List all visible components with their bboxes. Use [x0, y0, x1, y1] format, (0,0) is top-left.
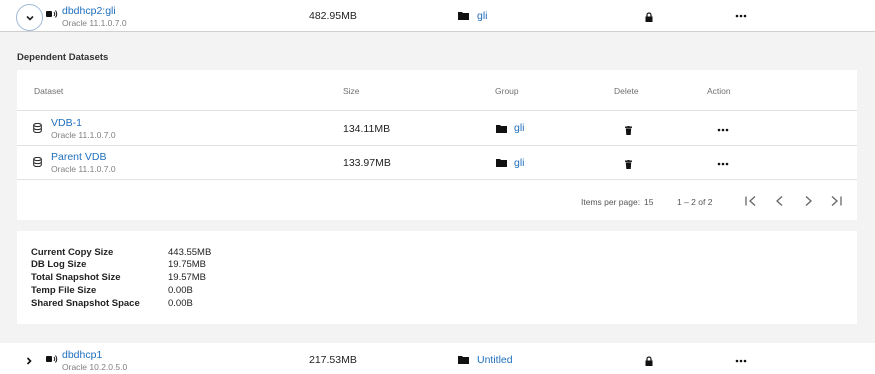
next-page-icon[interactable] — [801, 194, 815, 208]
divider — [17, 179, 857, 180]
group-link[interactable]: gli — [514, 122, 525, 134]
database-icon — [33, 157, 42, 167]
trash-icon[interactable] — [625, 160, 632, 169]
divider — [17, 145, 857, 146]
lock-icon — [645, 356, 653, 366]
dependent-datasets-title: Dependent Datasets — [17, 52, 109, 63]
dataset-size: 482.95MB — [309, 10, 357, 22]
trash-icon[interactable] — [625, 126, 632, 135]
database-source-icon — [46, 355, 58, 363]
folder-icon — [458, 356, 469, 364]
folder-icon — [496, 159, 507, 167]
stat-value: 443.55MB — [168, 247, 212, 258]
dataset-version: Oracle 11.1.0.7.0 — [51, 164, 116, 174]
folder-icon — [458, 12, 469, 20]
stat-label: Shared Snapshot Space — [31, 298, 140, 309]
database-source-icon — [46, 10, 58, 18]
stat-label: Temp File Size — [31, 285, 97, 296]
last-page-icon[interactable] — [829, 194, 843, 208]
group-link[interactable]: gli — [477, 10, 488, 22]
stat-value: 19.57MB — [168, 272, 207, 283]
header-dataset: Dataset — [34, 86, 64, 96]
folder-icon — [496, 125, 507, 133]
more-icon[interactable] — [735, 359, 747, 363]
stat-value: 0.00B — [168, 298, 193, 309]
stat-label: Current Copy Size — [31, 247, 114, 258]
snapshot-stats-panel — [17, 231, 857, 324]
database-icon — [33, 123, 42, 133]
dataset-version: Oracle 10.2.0.5.0 — [62, 362, 128, 372]
dataset-name-link[interactable]: VDB-1 — [51, 117, 82, 129]
header-size: Size — [343, 86, 360, 96]
first-page-icon[interactable] — [744, 194, 758, 208]
collapse-button[interactable] — [16, 4, 43, 31]
lock-icon — [645, 12, 653, 22]
group-link[interactable]: gli — [514, 157, 525, 169]
dataset-version: Oracle 11.1.0.7.0 — [62, 18, 127, 28]
dataset-name-link[interactable]: dbdhcp2:gli — [62, 5, 116, 17]
stat-value: 0.00B — [168, 285, 193, 296]
items-per-page-select[interactable]: 15 — [644, 197, 653, 207]
chevron-down-icon — [25, 15, 34, 21]
more-icon[interactable] — [735, 14, 747, 18]
dataset-size: 133.97MB — [343, 157, 391, 169]
stat-label: Total Snapshot Size — [31, 272, 121, 283]
previous-page-icon[interactable] — [773, 194, 787, 208]
divider — [17, 110, 857, 111]
more-icon[interactable] — [717, 128, 729, 132]
page-range: 1 – 2 of 2 — [677, 197, 713, 207]
group-link[interactable]: Untitled — [477, 354, 513, 366]
items-per-page-label: Items per page: — [581, 197, 641, 207]
header-action: Action — [707, 86, 731, 96]
dataset-size: 134.11MB — [343, 123, 391, 135]
header-delete: Delete — [614, 86, 639, 96]
dataset-name-link[interactable]: dbdhcp1 — [62, 349, 102, 361]
dataset-version: Oracle 11.1.0.7.0 — [51, 130, 116, 140]
stat-label: DB Log Size — [31, 259, 87, 270]
more-icon[interactable] — [717, 162, 729, 166]
dataset-size: 217.53MB — [309, 354, 357, 366]
chevron-right-icon[interactable] — [24, 356, 34, 366]
stat-value: 19.75MB — [168, 259, 207, 270]
dataset-name-link[interactable]: Parent VDB — [51, 151, 106, 163]
header-group: Group — [495, 86, 519, 96]
